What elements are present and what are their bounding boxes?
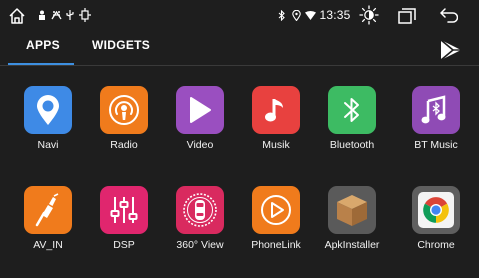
app-chrome[interactable]: Chrome — [398, 186, 474, 260]
clock: 13:35 — [319, 8, 351, 22]
car-top-view-icon — [176, 186, 224, 234]
phonelink-icon — [252, 186, 300, 234]
location-pin-icon — [24, 86, 72, 134]
app-label: DSP — [113, 239, 135, 251]
music-note-icon — [252, 86, 300, 134]
music-bluetooth-icon — [412, 86, 460, 134]
back-icon[interactable] — [438, 6, 460, 26]
app-bt-music[interactable]: BT Music — [398, 86, 474, 160]
wifi-icon — [304, 9, 316, 21]
app-navi[interactable]: Navi — [10, 86, 86, 160]
app-musik[interactable]: Musik — [238, 86, 314, 160]
app-label: Chrome — [417, 239, 455, 251]
app-dsp[interactable]: DSP — [86, 186, 162, 260]
app-label: Radio — [110, 139, 138, 151]
equalizer-icon — [100, 186, 148, 234]
app-label: Musik — [262, 139, 290, 151]
gps-icon — [78, 7, 92, 23]
bluetooth-icon — [277, 9, 287, 21]
brightness-icon[interactable] — [358, 3, 380, 27]
app-label: AV_IN — [33, 239, 63, 251]
play-icon — [176, 86, 224, 134]
app-video[interactable]: Video — [162, 86, 238, 160]
app-bluetooth[interactable]: Bluetooth — [314, 86, 390, 160]
app-label: ApkInstaller — [324, 239, 380, 251]
podcast-icon — [100, 86, 148, 134]
app-360-view[interactable]: 360° View — [162, 186, 238, 260]
app-apkinstaller[interactable]: ApkInstaller — [314, 186, 390, 260]
app-av-in[interactable]: AV_IN — [10, 186, 86, 260]
bluetooth-icon — [328, 86, 376, 134]
home-icon[interactable] — [6, 5, 28, 27]
play-store-icon[interactable] — [438, 38, 464, 62]
usb-plug-icon — [65, 8, 75, 22]
app-phonelink[interactable]: PhoneLink — [238, 186, 314, 260]
app-grid: Navi Radio Video Musik Bluetooth BT Musi… — [0, 66, 479, 278]
location-icon — [291, 9, 301, 21]
status-bar: 13:35 — [0, 0, 479, 30]
app-label: Bluetooth — [329, 139, 375, 151]
package-box-icon — [328, 186, 376, 234]
av-cable-icon — [24, 186, 72, 234]
tab-apps[interactable]: APPS — [26, 38, 60, 52]
app-label: Video — [186, 139, 214, 151]
tab-bar: APPS WIDGETS — [0, 30, 479, 66]
adb-icon — [50, 9, 62, 21]
recent-apps-icon[interactable] — [396, 6, 418, 26]
launcher-screen: 13:35 APPS WIDGETS Navi Radio Video Musi… — [0, 0, 479, 278]
usb-icon — [37, 9, 47, 21]
app-label: 360° View — [176, 239, 224, 251]
tab-widgets[interactable]: WIDGETS — [92, 38, 150, 52]
app-label: PhoneLink — [251, 239, 301, 251]
app-label: Navi — [37, 139, 59, 151]
app-label: BT Music — [414, 139, 458, 151]
chrome-icon — [412, 186, 460, 234]
app-radio[interactable]: Radio — [86, 86, 162, 160]
